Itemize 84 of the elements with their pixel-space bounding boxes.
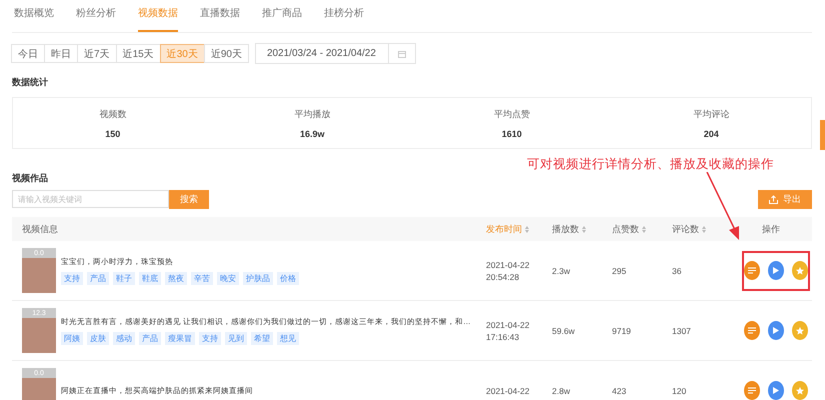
tag: 感动: [113, 332, 135, 344]
tag: 产品: [87, 272, 109, 284]
column-header: 操作: [761, 222, 781, 236]
tag: 护肤品: [243, 272, 273, 284]
table-cell-text: 59.6w: [552, 324, 576, 336]
detail-button[interactable]: [744, 261, 760, 280]
section-title: 视频作品: [12, 172, 49, 185]
column-header[interactable]: 点赞数: [612, 222, 672, 236]
tag: 价格: [277, 272, 299, 284]
stat-value: 1610: [502, 128, 522, 138]
play-button[interactable]: [768, 261, 784, 280]
tag: 支持: [61, 272, 83, 284]
arrow: [706, 172, 739, 240]
table-cell-text: 295: [612, 264, 628, 276]
stat-value: 204: [704, 128, 719, 138]
detail-button[interactable]: [744, 381, 760, 400]
lines-icon: [748, 327, 756, 334]
tag: 鞋子: [113, 272, 135, 284]
play-icon: [773, 387, 779, 394]
nav-tab[interactable]: 直播数据: [200, 6, 240, 32]
range-button[interactable]: 近7天: [77, 44, 117, 63]
table-cell-text: 2.8w: [552, 384, 571, 396]
upload-icon: [769, 195, 778, 204]
tag: 瘦果冒: [165, 332, 195, 344]
sort-icon[interactable]: [525, 226, 529, 232]
play-icon: [773, 327, 779, 334]
column-header: 视频信息: [21, 222, 59, 236]
date-range-field[interactable]: 2021/03/24 - 2021/04/22: [254, 43, 416, 64]
column-header[interactable]: 播放数: [552, 222, 612, 236]
table-cell-text: 36: [672, 264, 682, 276]
tag: 鞋底: [139, 272, 161, 284]
star-icon: [796, 386, 804, 394]
publish-time: 2021-04-22: [486, 384, 530, 396]
range-button[interactable]: 近90天: [204, 44, 249, 63]
tag: 皮肤: [87, 332, 109, 344]
favorite-button[interactable]: [792, 381, 808, 400]
nav-tab[interactable]: 挂榜分析: [324, 6, 364, 32]
publish-time: 2021-04-22 17:16:43: [486, 318, 530, 342]
detail-button[interactable]: [744, 321, 760, 340]
play-button[interactable]: [768, 381, 784, 400]
stat-label: 平均评论: [693, 108, 730, 120]
stat-label: 平均点赞: [494, 108, 530, 120]
nav-tab[interactable]: 推广商品: [262, 6, 302, 32]
column-header[interactable]: 评论数: [672, 222, 730, 236]
range-button[interactable]: 昨日: [44, 44, 78, 63]
nav-tab[interactable]: 粉丝分析: [76, 6, 116, 32]
section-title: 数据统计: [12, 76, 49, 89]
lines-icon: [748, 267, 756, 274]
tag: 熬夜: [165, 272, 187, 284]
tag: 想见: [277, 332, 299, 344]
tag: 见到: [225, 332, 247, 344]
sort-icon[interactable]: [642, 226, 646, 232]
calendar-icon[interactable]: [398, 50, 406, 58]
lines-icon: [748, 387, 756, 394]
range-button[interactable]: 今日: [11, 44, 45, 63]
star-icon: [796, 266, 804, 274]
search-field[interactable]: 请输入视频关键词: [12, 190, 169, 208]
table-cell-text: 423: [612, 384, 628, 396]
sort-icon[interactable]: [702, 226, 706, 232]
play-button[interactable]: [768, 321, 784, 340]
range-button[interactable]: 近15天: [116, 44, 161, 63]
table-cell-text: 9719: [612, 324, 632, 336]
star-icon: [796, 326, 804, 334]
table-cell-text: 2.3w: [552, 264, 571, 276]
table-cell-text: 1307: [672, 324, 692, 336]
stat-value: 16.9w: [300, 128, 325, 138]
tag: 辛苦: [191, 272, 213, 284]
favorite-button[interactable]: [792, 261, 808, 280]
table-cell-text: 120: [672, 384, 688, 396]
sort-icon[interactable]: [582, 226, 586, 232]
publish-time: 2021-04-22 20:54:28: [486, 258, 530, 282]
stat-label: 视频数: [99, 108, 126, 120]
nav-tab[interactable]: 数据概览: [14, 6, 54, 32]
tag: 产品: [139, 332, 161, 344]
favorite-button[interactable]: [792, 321, 808, 340]
stat-label: 平均播放: [294, 108, 330, 120]
play-icon: [773, 267, 779, 274]
annotation-text: 可对视频进行详情分析、播放及收藏的操作: [527, 156, 774, 172]
side-tab[interactable]: [820, 120, 825, 150]
tag: 阿姨: [61, 332, 83, 344]
stat-value: 150: [105, 128, 120, 138]
tag: 晚安: [217, 272, 239, 284]
tag: 希望: [251, 332, 273, 344]
tag: 支持: [199, 332, 221, 344]
